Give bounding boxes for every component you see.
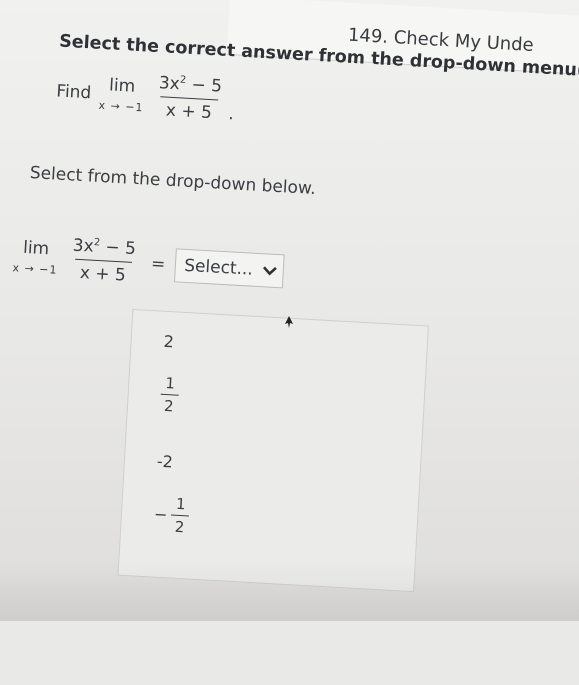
limit-fraction: 3x2 − 5 x + 5 <box>65 235 143 286</box>
limit-fraction: 3x2 − 5 x + 5 <box>151 73 229 124</box>
period: . <box>227 104 235 125</box>
fraction-denominator: x + 5 <box>73 258 133 286</box>
answer-dropdown[interactable]: Select... <box>174 247 285 288</box>
option-one-half[interactable]: 1 2 <box>159 374 180 416</box>
answer-equation: lim x → −1 3x2 − 5 x + 5 = Select... <box>4 232 285 295</box>
dropdown-menu: 2 1 2 -2 − 1 2 <box>117 309 429 593</box>
fraction-denominator: x + 5 <box>159 96 219 124</box>
problem-statement: Find lim x → −1 3x2 − 5 x + 5 . <box>55 67 236 124</box>
option-negative-2[interactable]: -2 <box>156 452 173 472</box>
limit-operator: lim x → −1 <box>98 75 145 114</box>
photo-shade <box>0 560 579 621</box>
equals-sign: = <box>150 253 166 275</box>
dropdown-selected-value: Select... <box>183 255 254 280</box>
option-2[interactable]: 2 <box>163 332 174 352</box>
chevron-down-icon <box>263 265 278 276</box>
lim-subscript: x → −1 <box>12 261 58 277</box>
option-fraction: 1 2 <box>170 495 190 537</box>
mouse-pointer-icon <box>285 316 293 328</box>
option-negative-one-half[interactable]: − 1 2 <box>153 494 190 537</box>
find-label: Find <box>55 80 92 103</box>
dropdown-prompt: Select from the drop-down below. <box>29 163 317 200</box>
lim-word: lim <box>22 237 50 260</box>
option-fraction: 1 2 <box>159 374 180 416</box>
limit-operator: lim x → −1 <box>12 237 59 277</box>
option-sign: − <box>153 504 168 525</box>
lim-subscript: x → −1 <box>98 98 144 115</box>
lim-word: lim <box>108 75 136 97</box>
